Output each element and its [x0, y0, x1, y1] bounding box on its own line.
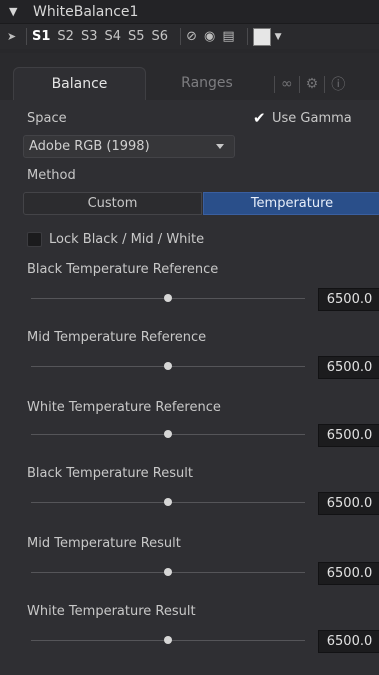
color-swatch[interactable]	[252, 27, 271, 46]
version-s2[interactable]: S2	[57, 29, 74, 44]
checkbox-box	[27, 232, 42, 247]
divider	[180, 28, 182, 45]
slider-handle[interactable]	[164, 568, 172, 576]
version-s1[interactable]: S1	[32, 29, 50, 44]
slider-label: Black Temperature Reference	[27, 262, 219, 277]
divider	[26, 28, 27, 45]
version-s4[interactable]: S4	[104, 29, 121, 44]
slider-label: Mid Temperature Result	[27, 536, 181, 551]
save-icon[interactable]: ▤	[222, 29, 234, 44]
gear-icon[interactable]: ⚙	[306, 76, 319, 92]
slider-value-field[interactable]: 6500.0	[318, 492, 379, 515]
tab-balance[interactable]: Balance	[13, 67, 146, 100]
slider-value-field[interactable]: 6500.0	[318, 630, 379, 653]
version-s6[interactable]: S6	[152, 29, 169, 44]
use-gamma-checkbox[interactable]: ✔ Use Gamma	[253, 109, 352, 127]
slider-label: Mid Temperature Reference	[27, 330, 207, 345]
checkmark-icon: ✔	[253, 109, 266, 127]
slider-label: White Temperature Result	[27, 604, 196, 619]
space-label: Space	[27, 111, 67, 126]
version-s5[interactable]: S5	[128, 29, 145, 44]
tool-header: ▼ WhiteBalance1	[0, 0, 379, 24]
slider-handle[interactable]	[164, 498, 172, 506]
tab-bar: Balance Ranges ∞ ⚙ ⓘ	[0, 53, 379, 100]
slider-label: Black Temperature Result	[27, 466, 193, 481]
version-s3[interactable]: S3	[81, 29, 98, 44]
method-temperature-button[interactable]: Temperature	[203, 192, 379, 215]
slider-handle[interactable]	[164, 430, 172, 438]
lock-icon[interactable]: ◉	[204, 29, 215, 44]
divider	[324, 75, 326, 93]
lock-label: Lock Black / Mid / White	[49, 232, 205, 247]
divider	[246, 28, 248, 45]
method-label: Method	[27, 168, 76, 183]
slider-label: White Temperature Reference	[27, 400, 221, 415]
slider-value-field[interactable]: 6500.0	[318, 562, 379, 585]
chevron-down-icon[interactable]: ▼	[275, 32, 282, 42]
chevron-down-icon[interactable]: ▼	[9, 5, 21, 18]
slider-handle[interactable]	[164, 362, 172, 370]
tab-ranges[interactable]: Ranges	[148, 67, 266, 99]
method-custom-button[interactable]: Custom	[23, 192, 202, 215]
tab-icons: ∞ ⚙ ⓘ	[268, 72, 345, 96]
chevron-down-icon	[216, 144, 224, 149]
tool-title: WhiteBalance1	[33, 3, 139, 20]
slider-value-field[interactable]: 6500.0	[318, 424, 379, 447]
divider	[274, 75, 275, 93]
divider	[298, 75, 300, 93]
circle-slash-icon[interactable]: ⊘	[186, 29, 197, 44]
slider-handle[interactable]	[164, 294, 172, 302]
slider-handle[interactable]	[164, 636, 172, 644]
slider-value-field[interactable]: 6500.0	[318, 288, 379, 311]
use-gamma-label: Use Gamma	[272, 111, 352, 126]
space-dropdown[interactable]: Adobe RGB (1998)	[23, 135, 235, 158]
link-icon[interactable]: ∞	[281, 76, 293, 92]
info-icon[interactable]: ⓘ	[331, 74, 345, 94]
slider-value-field[interactable]: 6500.0	[318, 356, 379, 379]
lock-black-mid-white-checkbox[interactable]: Lock Black / Mid / White	[27, 232, 204, 247]
pin-icon[interactable]: ➤	[7, 30, 21, 43]
version-bar: ➤ S1 S2 S3 S4 S5 S6 ⊘ ◉ ▤ ▼	[0, 24, 379, 49]
controls-panel	[0, 100, 379, 675]
space-selected-value: Adobe RGB (1998)	[29, 139, 150, 154]
